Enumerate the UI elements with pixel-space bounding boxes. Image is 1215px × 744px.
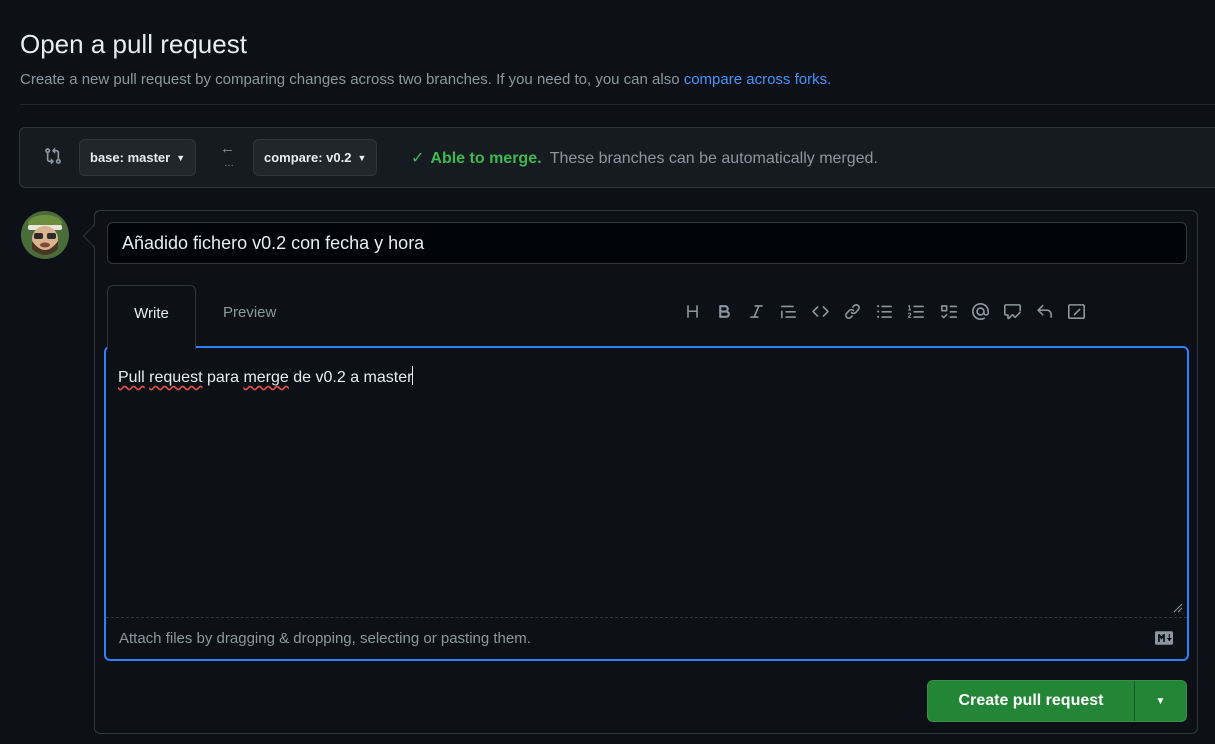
link-icon[interactable] xyxy=(836,297,868,325)
markdown-toolbar xyxy=(676,297,1092,325)
ellipsis-icon: … xyxy=(224,158,235,169)
resize-grip-icon[interactable] xyxy=(1173,603,1183,613)
caret-down-icon: ▼ xyxy=(1155,695,1166,707)
pr-body-text: Pull request para merge de v0.2 a master xyxy=(118,366,414,387)
base-branch-label: base: master xyxy=(90,150,171,165)
pr-body-editor[interactable]: Pull request para merge de v0.2 a master… xyxy=(104,346,1189,661)
fullscreen-icon[interactable] xyxy=(1060,297,1092,325)
mention-icon[interactable] xyxy=(964,297,996,325)
avatar[interactable] xyxy=(21,211,69,259)
compare-branch-label: compare: v0.2 xyxy=(264,150,352,165)
range-editor: base: master ▼ ← … compare: v0.2 ▼ ✓ Able… xyxy=(19,127,1215,188)
create-pull-request-button-group: Create pull request ▼ xyxy=(927,680,1187,722)
merge-status: ✓ Able to merge. These branches can be au… xyxy=(411,148,878,168)
page: Open a pull request Create a new pull re… xyxy=(0,0,1215,744)
tab-preview[interactable]: Preview xyxy=(223,304,276,321)
page-subtitle: Create a new pull request by comparing c… xyxy=(20,70,831,90)
avatar-image xyxy=(21,211,69,259)
body-word: para xyxy=(206,369,239,386)
body-word: request xyxy=(149,369,203,386)
caret-down-icon: ▼ xyxy=(176,152,186,163)
tab-write[interactable]: Write xyxy=(107,285,196,349)
page-title: Open a pull request xyxy=(20,29,247,59)
body-word: Pull xyxy=(118,369,145,386)
body-word: merge xyxy=(243,369,289,386)
reference-icon[interactable] xyxy=(996,297,1028,325)
divider xyxy=(20,104,1215,105)
base-branch-button[interactable]: base: master ▼ xyxy=(79,139,197,176)
check-icon: ✓ xyxy=(411,150,425,167)
attach-files-bar[interactable]: Attach files by dragging & dropping, sel… xyxy=(106,617,1187,659)
bold-icon[interactable] xyxy=(708,297,740,325)
task-list-icon[interactable] xyxy=(932,297,964,325)
italic-icon[interactable] xyxy=(740,297,772,325)
markdown-icon[interactable] xyxy=(1155,631,1173,645)
pr-title-input[interactable]: Añadido fichero v0.2 con fecha y hora xyxy=(107,222,1187,264)
body-word: de v0.2 a master xyxy=(293,369,413,386)
create-pull-request-button[interactable]: Create pull request xyxy=(928,681,1134,721)
create-options-dropdown[interactable]: ▼ xyxy=(1135,681,1186,721)
heading-icon[interactable] xyxy=(676,297,708,325)
ordered-list-icon[interactable] xyxy=(900,297,932,325)
quote-icon[interactable] xyxy=(772,297,804,325)
unordered-list-icon[interactable] xyxy=(868,297,900,325)
caret-down-icon: ▼ xyxy=(357,152,367,163)
arrow-left-icon: ← xyxy=(220,140,235,157)
code-icon[interactable] xyxy=(804,297,836,325)
compare-forks-link[interactable]: compare across forks. xyxy=(684,71,832,88)
subtitle-text: Create a new pull request by comparing c… xyxy=(20,71,684,88)
compare-branch-button[interactable]: compare: v0.2 ▼ xyxy=(253,139,378,176)
merge-status-strong: Able to merge. xyxy=(430,150,542,167)
reply-icon[interactable] xyxy=(1028,297,1060,325)
merge-status-text: These branches can be automatically merg… xyxy=(549,150,878,167)
text-cursor xyxy=(412,366,414,385)
attach-hint: Attach files by dragging & dropping, sel… xyxy=(119,630,531,647)
git-compare-icon xyxy=(45,147,61,165)
